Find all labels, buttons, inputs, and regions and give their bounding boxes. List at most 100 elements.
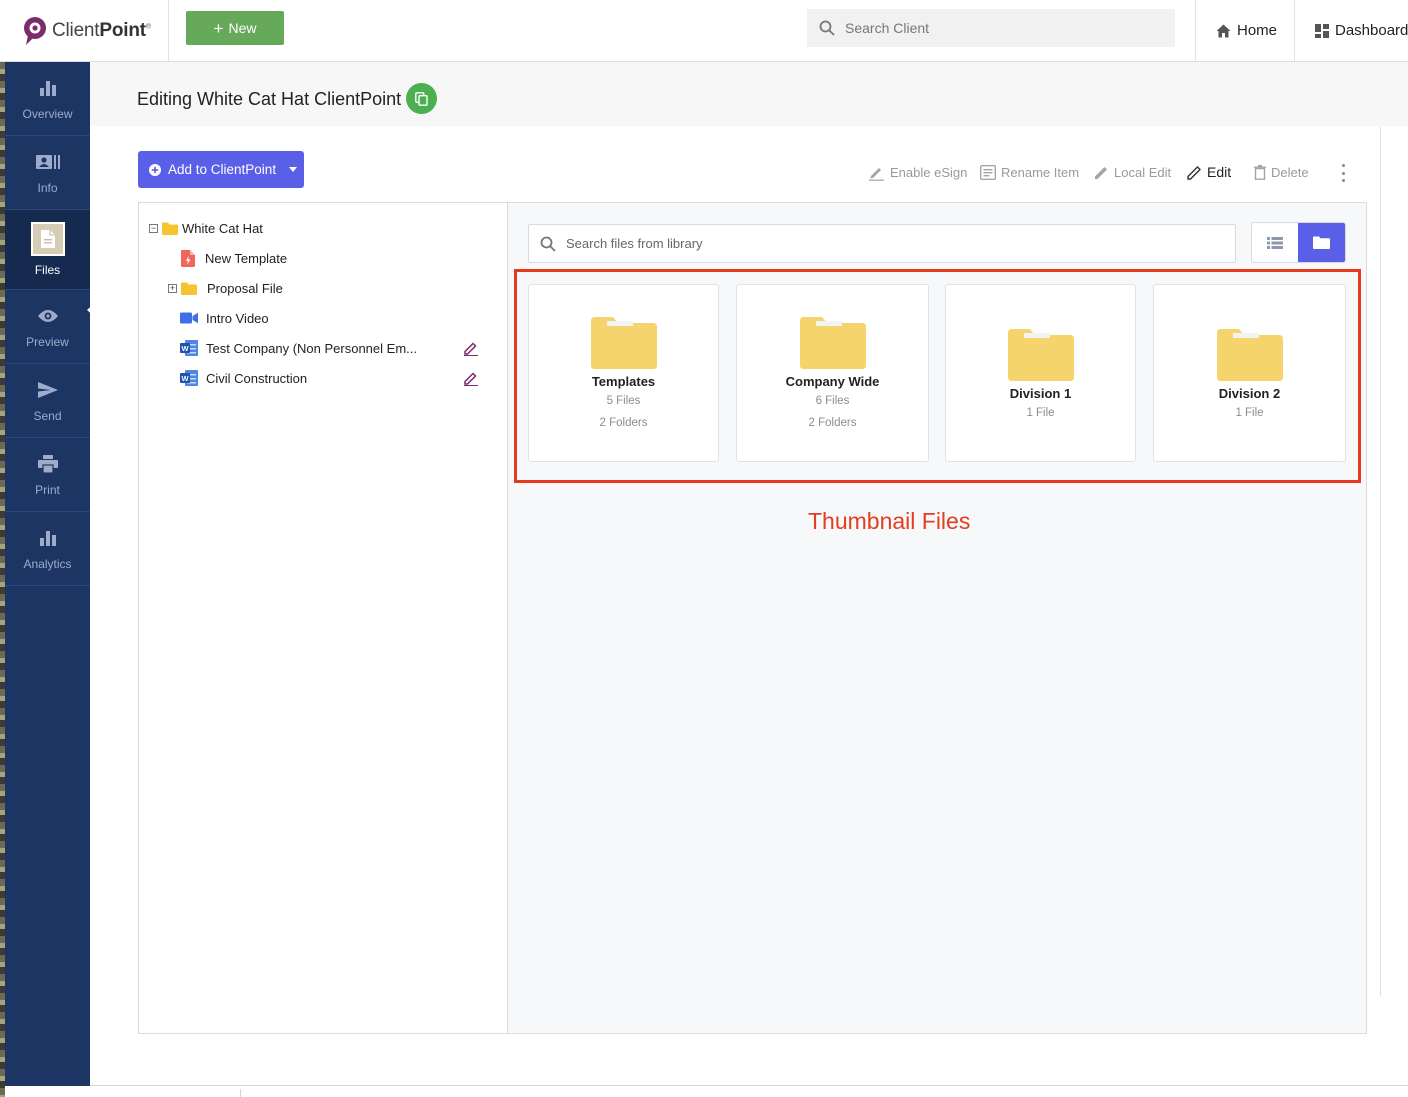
clientpoint-logo[interactable]: ClientPoint®	[22, 14, 151, 48]
folder-icon	[1007, 329, 1074, 381]
tree-item-intro-video[interactable]: Intro Video	[180, 307, 269, 329]
more-options-icon[interactable]	[1337, 164, 1349, 182]
brand-name: ClientPoint®	[52, 20, 151, 41]
tree-item-test-company[interactable]: W Test Company (Non Personnel Em...	[180, 337, 417, 359]
thumbnail-view-button[interactable]	[1298, 223, 1345, 262]
caret-down-icon	[289, 167, 298, 172]
delete-button[interactable]: Delete	[1254, 162, 1309, 182]
folder-icon	[590, 317, 657, 369]
svg-text:W: W	[181, 374, 189, 383]
top-divider	[1294, 0, 1295, 61]
sidebar: Overview Info Files Preview Send Print A…	[5, 62, 96, 1086]
svg-text:W: W	[181, 344, 189, 353]
home-icon	[1216, 24, 1231, 37]
signature-pen-icon	[869, 167, 884, 181]
folder-card-name: Division 2	[1218, 386, 1281, 401]
tree-item-label: Intro Video	[206, 310, 269, 326]
edit-pencil-icon[interactable]	[463, 340, 479, 356]
sidebar-item-label: Send	[33, 409, 62, 423]
local-edit-button[interactable]: Local Edit	[1094, 162, 1171, 182]
sidebar-item-files[interactable]: Files	[5, 210, 90, 290]
word-document-icon: W	[180, 370, 198, 386]
folder-card-company-wide[interactable]: Company Wide 6 Files 2 Folders	[736, 284, 929, 462]
tree-item-label: New Template	[205, 250, 288, 266]
home-link[interactable]: Home	[1216, 0, 1277, 61]
rename-item-button[interactable]: Rename Item	[980, 162, 1079, 182]
printer-icon	[36, 452, 60, 476]
folder-icon	[799, 317, 866, 369]
tree-root[interactable]: − White Cat Hat	[149, 217, 263, 239]
library-search-input[interactable]	[566, 236, 1206, 251]
sidebar-item-overview[interactable]: Overview	[5, 62, 90, 136]
sidebar-item-send[interactable]: Send	[5, 364, 90, 438]
sidebar-item-label: Print	[35, 483, 60, 497]
edit-button[interactable]: Edit	[1187, 162, 1231, 182]
tree-item-civil-construction[interactable]: W Civil Construction	[180, 367, 307, 389]
top-bar: ClientPoint® + New Home Dashboard	[0, 0, 1408, 62]
folder-card-division-2[interactable]: Division 2 1 File	[1153, 284, 1346, 462]
sidebar-item-label: Overview	[22, 107, 73, 121]
delete-label: Delete	[1271, 164, 1309, 180]
edit-pencil-icon[interactable]	[463, 370, 479, 386]
folder-icon	[181, 282, 197, 295]
bar-chart-icon	[36, 526, 60, 550]
rename-icon	[980, 164, 996, 180]
sidebar-item-label: Preview	[26, 335, 69, 349]
sidebar-item-label: Info	[37, 181, 58, 195]
folder-card-file-count: 1 File	[1026, 407, 1055, 419]
folder-view-icon	[1313, 236, 1330, 249]
folder-icon	[162, 222, 178, 235]
collapse-icon[interactable]: −	[149, 223, 158, 233]
paper-plane-icon	[36, 378, 60, 402]
folder-card-name: Templates	[591, 374, 656, 389]
page-title: Editing White Cat Hat ClientPoint	[137, 89, 402, 109]
scroll-divider	[1380, 126, 1381, 996]
folder-card-division-1[interactable]: Division 1 1 File	[945, 284, 1136, 462]
local-edit-label: Local Edit	[1114, 164, 1172, 180]
tree-item-label: Civil Construction	[206, 370, 308, 386]
id-card-icon	[35, 150, 60, 174]
dashboard-link-label: Dashboard	[1335, 22, 1408, 39]
sidebar-item-preview[interactable]: Preview	[5, 290, 90, 364]
folder-card-name: Company Wide	[785, 374, 880, 389]
tree-item-new-template[interactable]: New Template	[181, 247, 287, 269]
add-to-clientpoint-button[interactable]: Add to ClientPoint	[138, 151, 304, 188]
dashboard-link[interactable]: Dashboard	[1315, 0, 1408, 61]
folder-card-file-count: 1 File	[1235, 407, 1264, 419]
bar-chart-icon	[36, 76, 60, 100]
folder-card-name: Division 1	[1009, 386, 1072, 401]
top-divider	[168, 0, 169, 61]
search-client-box[interactable]	[807, 9, 1175, 47]
active-indicator	[87, 302, 96, 318]
tree-item-proposal-file[interactable]: + Proposal File	[168, 277, 283, 299]
video-camera-icon	[180, 312, 198, 324]
rename-item-label: Rename Item	[1001, 164, 1080, 180]
search-client-input[interactable]	[845, 20, 1145, 36]
new-button[interactable]: + New	[186, 11, 284, 45]
list-view-button[interactable]	[1252, 223, 1298, 262]
sidebar-item-analytics[interactable]: Analytics	[5, 512, 90, 586]
copy-link-button[interactable]	[406, 83, 437, 114]
library-search-box[interactable]	[528, 224, 1236, 263]
pdf-file-icon	[181, 249, 195, 267]
folder-card-file-count: 6 Files	[815, 395, 850, 407]
tree-item-label: Proposal File	[207, 280, 283, 296]
folder-card-templates[interactable]: Templates 5 Files 2 Folders	[528, 284, 719, 462]
pencil-icon	[1095, 166, 1107, 179]
list-view-icon	[1267, 236, 1283, 249]
expand-icon[interactable]: +	[168, 283, 177, 293]
sidebar-item-print[interactable]: Print	[5, 438, 90, 512]
folder-icon	[1216, 329, 1283, 381]
edit-label: Edit	[1207, 164, 1232, 180]
enable-esign-label: Enable eSign	[890, 164, 968, 180]
new-button-label: New	[228, 20, 257, 36]
tree-item-label: Test Company (Non Personnel Em...	[206, 340, 417, 356]
plus-circle-icon	[149, 163, 161, 176]
sidebar-item-info[interactable]: Info	[5, 136, 90, 210]
top-divider	[1195, 0, 1196, 61]
home-link-label: Home	[1237, 22, 1278, 39]
plus-icon: +	[213, 18, 224, 38]
search-icon	[819, 20, 835, 36]
pencil-icon	[1187, 165, 1201, 180]
enable-esign-button[interactable]: Enable eSign	[868, 162, 967, 182]
